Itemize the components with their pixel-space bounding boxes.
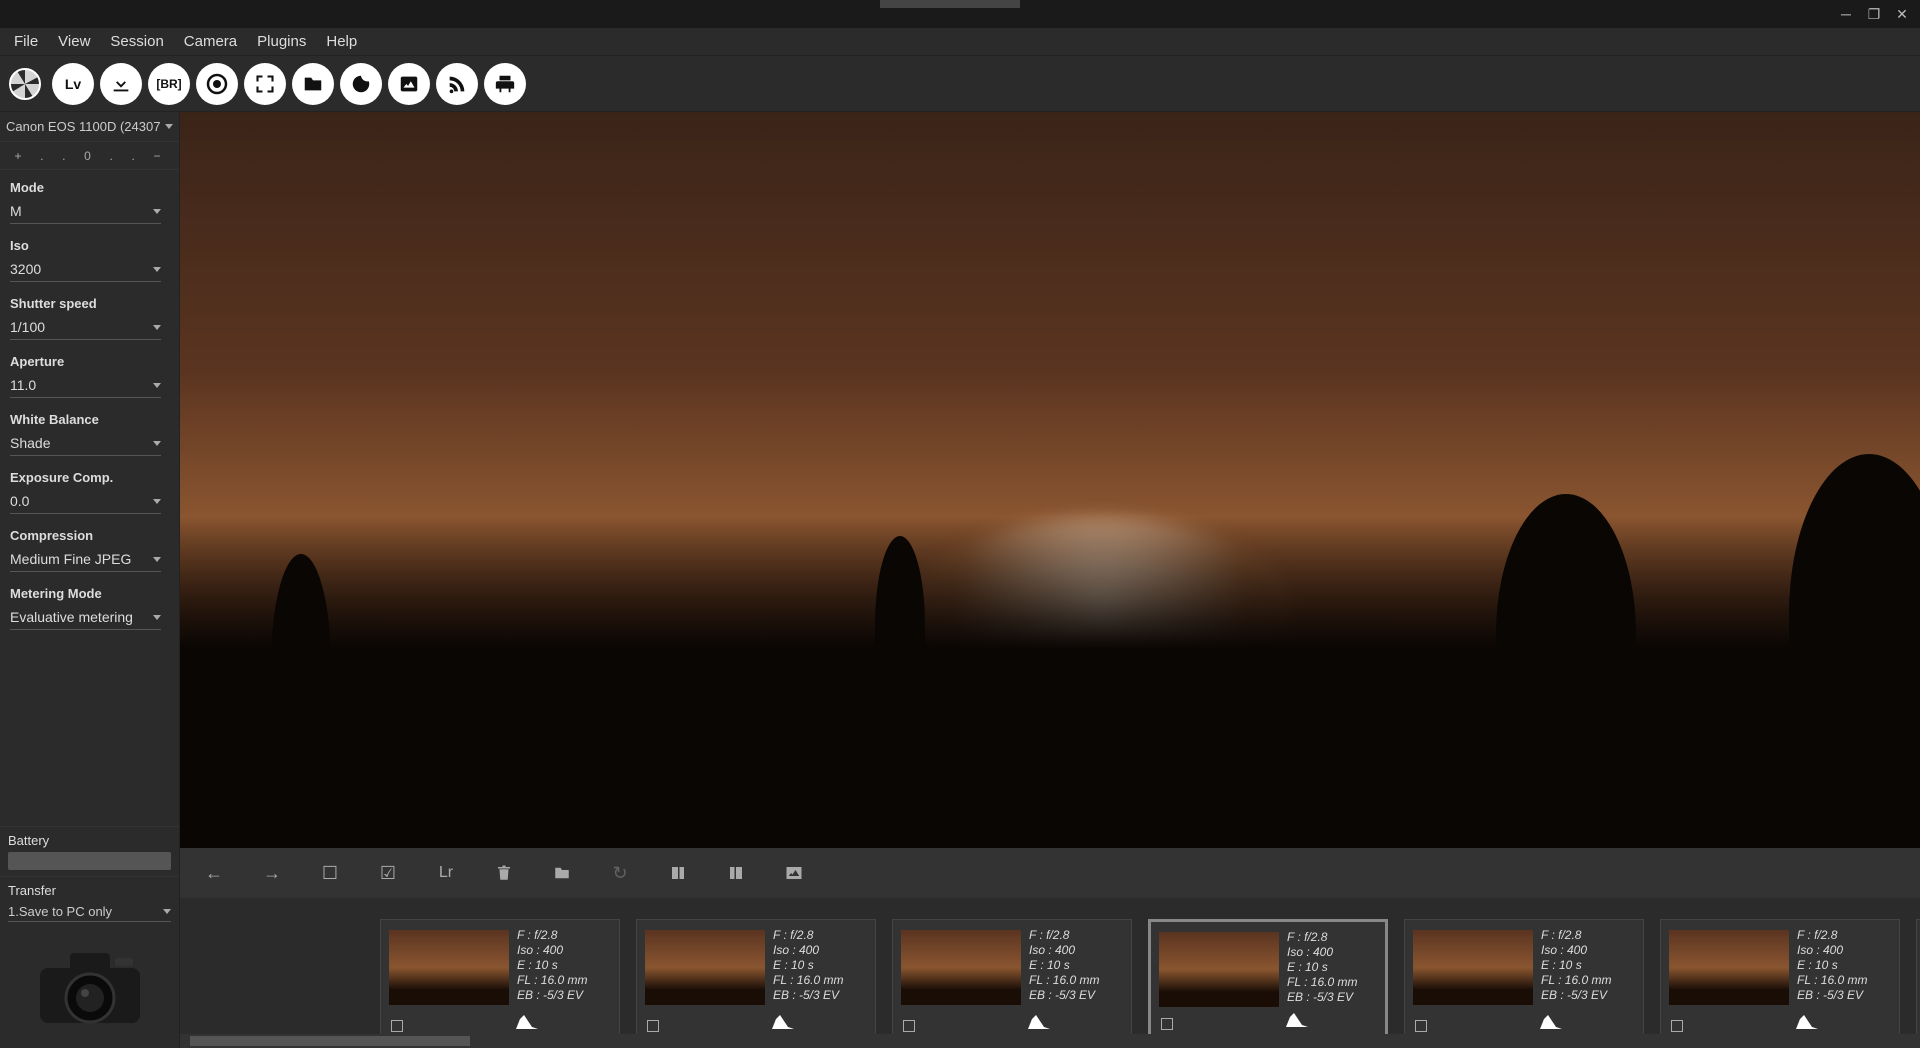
minimize-button[interactable]: ─: [1834, 4, 1858, 24]
chevron-down-icon: [153, 383, 161, 388]
thumbnail-checkbox[interactable]: [1161, 1018, 1173, 1030]
liveview-button[interactable]: Lv: [52, 63, 94, 105]
menu-plugins[interactable]: Plugins: [247, 29, 316, 54]
wb-select[interactable]: Shade: [10, 433, 161, 456]
mode-label: Mode: [10, 180, 161, 195]
unselect-icon[interactable]: ☐: [316, 859, 344, 887]
thumbnail-checkbox[interactable]: [903, 1020, 915, 1032]
thumbnail-card[interactable]: F : f/2.8Iso : 400E : 10 sFL : 16.0 mmEB…: [892, 919, 1132, 1034]
transfer-label: Transfer: [8, 883, 171, 898]
thumbnail-card[interactable]: F : f/2.8Iso : 400E : 10 sFL : 16.0 mmEB…: [1404, 919, 1644, 1034]
wb-label: White Balance: [10, 412, 161, 427]
battery-bar: [8, 852, 171, 870]
thumbnail-checkbox[interactable]: [1671, 1020, 1683, 1032]
chevron-down-icon: [153, 499, 161, 504]
close-button[interactable]: ✕: [1890, 4, 1914, 24]
camera-selector[interactable]: Canon EOS 1100D (24307…: [0, 112, 179, 142]
thumbnail-image: [645, 930, 765, 1005]
menu-bar: File View Session Camera Plugins Help: [0, 28, 1920, 56]
thumbnail-image: [1159, 932, 1279, 1007]
refresh-icon[interactable]: ↻: [606, 859, 634, 887]
histogram-icon: [1796, 1013, 1818, 1034]
menu-help[interactable]: Help: [316, 29, 367, 54]
filmstrip[interactable]: F : f/2.8Iso : 400E : 10 sFL : 16.0 mmEB…: [180, 915, 1920, 1034]
camera-name: Canon EOS 1100D (24307…: [6, 119, 161, 134]
menu-session[interactable]: Session: [100, 29, 173, 54]
select-icon[interactable]: ☑: [374, 859, 402, 887]
capture-icon[interactable]: [4, 63, 46, 105]
fullscreen-icon[interactable]: [244, 63, 286, 105]
prev-button[interactable]: ←: [200, 859, 228, 887]
thumbnail-card[interactable]: [1916, 919, 1920, 1034]
transfer-select[interactable]: 1.Save to PC only: [8, 902, 171, 922]
metering-select[interactable]: Evaluative metering: [10, 607, 161, 630]
download-icon[interactable]: [100, 63, 142, 105]
maximize-button[interactable]: ❐: [1862, 4, 1886, 24]
rss-icon[interactable]: [436, 63, 478, 105]
iso-select[interactable]: 3200: [10, 259, 161, 282]
thumbnail-card[interactable]: F : f/2.8Iso : 400E : 10 sFL : 16.0 mmEB…: [380, 919, 620, 1034]
shutter-select[interactable]: 1/100: [10, 317, 161, 340]
timer-icon[interactable]: [196, 63, 238, 105]
expcomp-label: Exposure Comp.: [10, 470, 161, 485]
thumbnail-checkbox[interactable]: [647, 1020, 659, 1032]
thumbnail-image: [901, 930, 1021, 1005]
chevron-down-icon: [153, 615, 161, 620]
chevron-down-icon: [153, 209, 161, 214]
thumbnail-checkbox[interactable]: [1415, 1020, 1427, 1032]
folder-icon[interactable]: [292, 63, 334, 105]
chevron-down-icon: [163, 909, 171, 914]
rotate-left-icon[interactable]: [664, 859, 692, 887]
night-icon[interactable]: [340, 63, 382, 105]
chevron-down-icon: [165, 124, 173, 129]
histogram-icon: [1028, 1013, 1050, 1034]
thumbnail-image: [389, 930, 509, 1005]
menu-file[interactable]: File: [4, 29, 48, 54]
image-counter: 52/193: [180, 898, 1920, 915]
open-folder-icon[interactable]: [548, 859, 576, 887]
expcomp-select[interactable]: 0.0: [10, 491, 161, 514]
thumbnail-checkbox[interactable]: [391, 1020, 403, 1032]
delete-icon[interactable]: [490, 859, 518, 887]
camera-image: [0, 928, 179, 1048]
main-toolbar: Lv [BR]: [0, 56, 1920, 112]
chevron-down-icon: [153, 267, 161, 272]
shutter-label: Shutter speed: [10, 296, 161, 311]
thumbnail-image: [1413, 930, 1533, 1005]
exposure-indicator[interactable]: + . . 0 . . −: [0, 142, 179, 170]
chevron-down-icon: [153, 325, 161, 330]
chevron-down-icon: [153, 557, 161, 562]
left-panel: Canon EOS 1100D (24307… + . . 0 . . − Mo…: [0, 112, 180, 1048]
main-image-viewer[interactable]: [180, 112, 1920, 848]
histogram-icon: [1286, 1011, 1308, 1032]
lightroom-button[interactable]: Lr: [432, 859, 460, 887]
thumbnail-card[interactable]: F : f/2.8Iso : 400E : 10 sFL : 16.0 mmEB…: [1148, 919, 1388, 1034]
rotate-right-icon[interactable]: [722, 859, 750, 887]
histogram-icon: [1540, 1013, 1562, 1034]
bracketing-button[interactable]: [BR]: [148, 63, 190, 105]
metering-label: Metering Mode: [10, 586, 161, 601]
aperture-select[interactable]: 11.0: [10, 375, 161, 398]
aperture-label: Aperture: [10, 354, 161, 369]
image-toolbar: ← → ☐ ☑ Lr ↻ Fit: [180, 848, 1920, 898]
menu-view[interactable]: View: [48, 29, 100, 54]
battery-label: Battery: [8, 833, 171, 848]
next-button[interactable]: →: [258, 859, 286, 887]
histogram-icon: [772, 1013, 794, 1034]
compression-label: Compression: [10, 528, 161, 543]
compression-select[interactable]: Medium Fine JPEG: [10, 549, 161, 572]
thumbnail-image: [1669, 930, 1789, 1005]
iso-label: Iso: [10, 238, 161, 253]
filmstrip-scrollbar[interactable]: [180, 1034, 1920, 1048]
print-icon[interactable]: [484, 63, 526, 105]
picture-icon[interactable]: [780, 859, 808, 887]
thumbnail-card[interactable]: F : f/2.8Iso : 400E : 10 sFL : 16.0 mmEB…: [636, 919, 876, 1034]
chevron-down-icon: [153, 441, 161, 446]
thumbnail-card[interactable]: F : f/2.8Iso : 400E : 10 sFL : 16.0 mmEB…: [1660, 919, 1900, 1034]
mode-select[interactable]: M: [10, 201, 161, 224]
histogram-icon: [516, 1013, 538, 1034]
image-icon[interactable]: [388, 63, 430, 105]
menu-camera[interactable]: Camera: [174, 29, 247, 54]
